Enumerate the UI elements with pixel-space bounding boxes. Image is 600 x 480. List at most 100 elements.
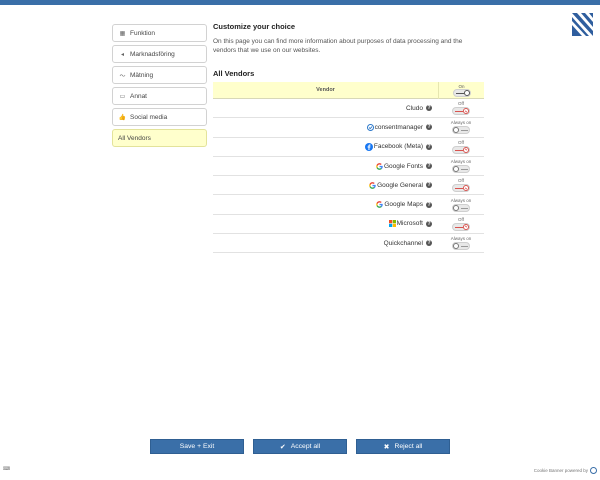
vendor-toggle-cell: Off [438,217,484,231]
toggle-state-label: Off [458,101,464,107]
thumbs-up-icon: 👍 [118,114,127,121]
vendor-name: Cludo [406,104,423,112]
toggle-knob [453,127,459,134]
sidebar-item-marknadsforing[interactable]: ◂ Marknadsföring [112,45,207,63]
toggle-state-label: Always on [450,159,472,165]
help-icon[interactable]: ? [426,163,432,170]
vendor-name: Google Maps [384,201,423,209]
consentmanager-icon [366,123,374,131]
vendor-name-cell[interactable]: Cludo ? [213,105,438,112]
toggle-state-label: Off [458,216,464,222]
help-icon[interactable]: ? [426,201,432,208]
vendor-row: consentmanager ? Always on [213,118,484,138]
on-column-header: On [438,81,484,99]
vendor-toggle[interactable] [452,145,470,154]
toggle-knob [463,108,469,115]
vendor-row: Google Maps ? Always on [213,195,484,215]
toggle-knob [463,223,469,230]
powered-by[interactable]: Cookie Banner powered by [534,467,597,474]
vendor-name-cell[interactable]: Quickchannel ? [213,240,438,247]
sidebar-item-funktion[interactable]: ▦ Funktion [112,24,207,42]
vendor-name-cell[interactable]: Facebook (Meta) ? [213,142,438,151]
vendor-name-cell[interactable]: Google Fonts ? [213,163,438,170]
toggle-all-vendors[interactable] [452,88,471,97]
reject-all-button[interactable]: ✖ Reject all [356,439,450,454]
reject-all-label: Reject all [394,443,423,450]
toggle-knob [463,89,470,96]
toggle-knob [463,146,469,153]
toggle-state-label: Off [458,178,464,184]
google-icon [376,162,383,170]
sidebar-item-social-media[interactable]: 👍 Social media [112,108,207,126]
vendor-name: Microsoft [396,220,423,228]
vendor-toggle-cell: Off [438,101,484,116]
google-icon [376,201,384,208]
sidebar-item-matning[interactable]: 〜 Mätning [112,66,207,84]
facebook-icon [364,142,373,151]
brand-logo [572,13,593,36]
vendor-toggle-cell: Always on [438,159,484,174]
vendor-row: Google Fonts ? Always on [213,157,484,177]
help-icon[interactable]: ? [426,220,432,227]
accept-all-button[interactable]: ✔ Accept all [253,439,347,454]
vendor-name-cell[interactable]: consentmanager ? [213,124,438,131]
vendor-name: Google Fonts [383,162,423,170]
vendor-toggle [452,165,470,174]
vendor-column-header: Vendor [316,87,335,93]
sidebar-item-label: All Vendors [118,134,151,142]
toggle-knob [453,166,459,173]
vendor-toggle-cell: Always on [438,236,484,251]
help-icon[interactable]: ? [426,182,432,189]
vendor-name-cell[interactable]: Google Maps ? [213,201,438,208]
help-icon[interactable]: ? [426,143,432,150]
vendor-row: Facebook (Meta) ? Off [213,138,484,157]
accept-all-label: Accept all [290,443,321,450]
vendor-row: Quickchannel ? Always on [213,234,484,254]
toggle-state-label: Always on [450,120,472,126]
help-icon[interactable]: ? [426,240,432,247]
main-content: Customize your choice On this page you c… [213,22,485,254]
sidebar-item-label: Funktion [130,29,155,37]
sidebar-item-label: Annat [130,92,147,100]
toggle-knob [453,243,459,250]
vendor-row: Google General ? Off [213,176,484,196]
powered-by-text: Cookie Banner powered by [533,468,588,473]
sidebar-item-annat[interactable]: ▭ Annat [112,87,207,105]
toggle-knob [463,185,469,192]
checkmark-icon: ✔ [279,443,286,451]
section-title: All Vendors [213,69,255,78]
vendor-toggle [452,242,470,251]
vendor-row: Cludo ? Off [213,99,484,119]
consentmanager-logo-icon [590,467,597,474]
vendor-toggle[interactable] [452,107,470,116]
vendor-row: Microsoft ? Off [213,215,484,235]
vendor-name: Quickchannel [383,239,423,247]
google-icon [369,181,376,189]
vendor-name: Google General [377,181,423,189]
page-description: On this page you can find more informati… [213,38,463,54]
vendor-name-cell[interactable]: Google General ? [213,182,438,189]
sidebar-item-all-vendors[interactable]: All Vendors [112,129,207,147]
vendor-toggle[interactable] [452,222,470,231]
keyboard-icon[interactable]: ⌨ [3,466,10,472]
on-column-label: On [458,83,465,89]
vendor-name-cell[interactable]: Microsoft ? [213,220,438,228]
vendor-table-header: Vendor On [213,81,484,99]
save-exit-label: Save + Exit [179,443,215,450]
save-exit-button[interactable]: Save + Exit [150,439,244,454]
help-icon[interactable]: ? [426,124,432,131]
chat-icon: ▭ [119,93,126,100]
page-title: Customize your choice [213,22,296,31]
chart-line-icon: 〜 [119,73,126,80]
vendor-name: consentmanager [374,123,423,131]
vendor-toggle-cell: Off [438,178,484,193]
vendor-name: Facebook (Meta) [373,143,423,151]
microsoft-icon [388,220,396,228]
top-accent-bar [0,0,600,5]
vendor-toggle[interactable] [452,184,470,193]
vendor-toggle-cell: Always on [438,198,484,212]
toggle-knob [453,204,459,211]
vendor-toggle-cell: Always on [438,120,484,135]
toggle-state-label: Always on [450,197,472,203]
help-icon[interactable]: ? [426,105,432,112]
